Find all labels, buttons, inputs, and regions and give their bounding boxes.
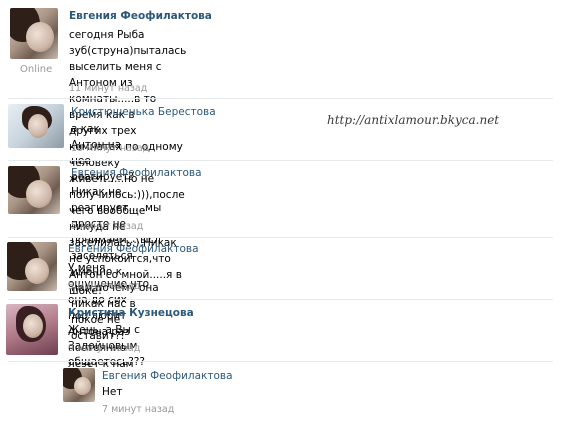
timestamp[interactable]: 10 минут назад [71, 143, 149, 154]
author-name[interactable]: Евгения Феофилактова [71, 167, 202, 179]
author-name[interactable]: Кристюшенька Берестова [71, 106, 216, 118]
timestamp[interactable]: 9 минут назад [68, 343, 140, 354]
author-name[interactable]: Евгения Феофилактова [69, 10, 212, 22]
divider [8, 237, 553, 238]
author-name[interactable]: Кристина Кузнецова [68, 307, 194, 319]
divider [8, 299, 553, 300]
avatar[interactable] [6, 304, 58, 355]
timestamp[interactable]: 5 минут назад [68, 281, 140, 292]
divider [8, 361, 553, 362]
message-line: Нет [102, 386, 123, 398]
divider [8, 98, 553, 99]
message-text: Нет [102, 384, 122, 400]
author-name[interactable]: Евгения Феофилактова [102, 370, 233, 382]
avatar[interactable] [63, 368, 95, 402]
timestamp[interactable]: 7 минут назад [102, 404, 174, 415]
watermark-url: http://antixlamour.bkyca.net [327, 113, 500, 127]
author-name[interactable]: Евгения Феофилактова [68, 243, 199, 255]
online-status: Online [20, 64, 53, 75]
avatar[interactable] [10, 8, 58, 59]
timestamp[interactable]: 11 минут назад [69, 83, 147, 94]
avatar[interactable] [8, 166, 60, 214]
avatar[interactable] [7, 242, 57, 291]
timestamp[interactable]: 5 минут назад [71, 221, 143, 232]
avatar[interactable] [8, 104, 64, 148]
divider [8, 160, 553, 161]
